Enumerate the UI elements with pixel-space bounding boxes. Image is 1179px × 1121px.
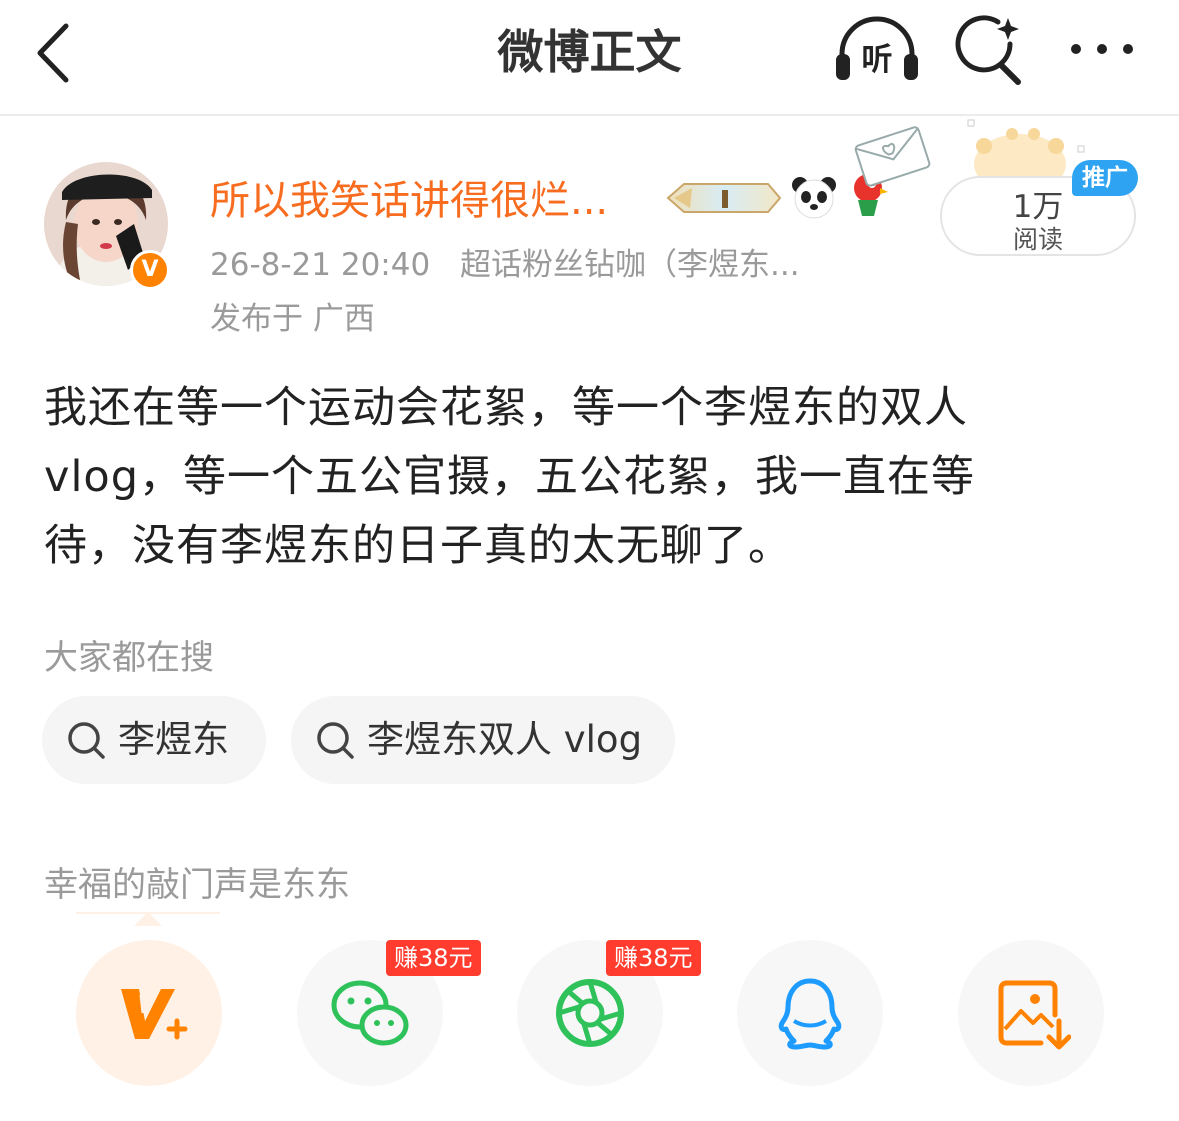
post-content: 我还在等一个运动会花絮，等一个李煜东的双人vlog，等一个五公官摄，五公花絮，我… bbox=[44, 383, 975, 571]
search-icon bbox=[68, 722, 105, 759]
earn-badge-wechat: 赚38元 bbox=[386, 940, 481, 976]
weibo-post-page: 微博正文 听 V 所以我笑话讲得很烂... 26-8-21 20:40 超话粉丝… bbox=[0, 0, 1179, 1121]
listen-label: 听 bbox=[861, 42, 893, 78]
listen-button[interactable]: 听 bbox=[834, 14, 920, 84]
post-source[interactable]: 超话粉丝钻咖（李煜东... bbox=[460, 247, 800, 283]
search-chip-1[interactable]: 李煜东 bbox=[42, 696, 266, 784]
save-image-icon bbox=[998, 980, 1071, 1050]
share-qq-button[interactable] bbox=[737, 940, 883, 1086]
share-vplus-button[interactable] bbox=[76, 940, 222, 1086]
search-icon bbox=[317, 722, 354, 759]
wechat-icon bbox=[331, 980, 409, 1046]
author-name[interactable]: 所以我笑话讲得很烂... bbox=[210, 168, 608, 226]
back-button[interactable] bbox=[30, 18, 80, 88]
trending-search-label: 大家都在搜 bbox=[44, 638, 214, 678]
read-count-label: 阅读 bbox=[1012, 225, 1063, 254]
indicator-arrow bbox=[134, 912, 162, 926]
search-chip-2[interactable]: 李煜东双人 vlog bbox=[291, 696, 675, 784]
search-sparkle-icon bbox=[955, 15, 1021, 85]
earn-badge-moments: 赚38元 bbox=[606, 940, 701, 976]
post-meta: 26-8-21 20:40 超话粉丝钻咖（李煜东... bbox=[210, 239, 800, 284]
panda-emoji-icon bbox=[792, 177, 836, 219]
top-nav-bar: 微博正文 听 bbox=[0, 0, 1179, 116]
qq-icon bbox=[778, 978, 842, 1050]
ad-tag: 推广 bbox=[1072, 160, 1138, 196]
post-location: 发布于 广西 bbox=[210, 301, 375, 337]
post-timestamp: 26-8-21 20:40 bbox=[210, 247, 431, 283]
search-chip-text: 李煜东 bbox=[118, 718, 229, 761]
v-plus-icon bbox=[121, 989, 188, 1040]
more-options-button[interactable] bbox=[1064, 24, 1150, 74]
moments-icon bbox=[556, 979, 624, 1047]
more-dots-icon bbox=[1071, 44, 1133, 54]
save-image-button[interactable] bbox=[958, 940, 1104, 1086]
medal-badge-icon bbox=[666, 183, 782, 213]
verified-badge: V bbox=[130, 250, 170, 290]
topic-link[interactable]: 幸福的敲门声是东东 bbox=[44, 857, 350, 906]
search-chip-text: 李煜东双人 vlog bbox=[367, 718, 643, 761]
search-button[interactable] bbox=[952, 14, 1028, 90]
back-chevron-icon bbox=[37, 23, 69, 83]
